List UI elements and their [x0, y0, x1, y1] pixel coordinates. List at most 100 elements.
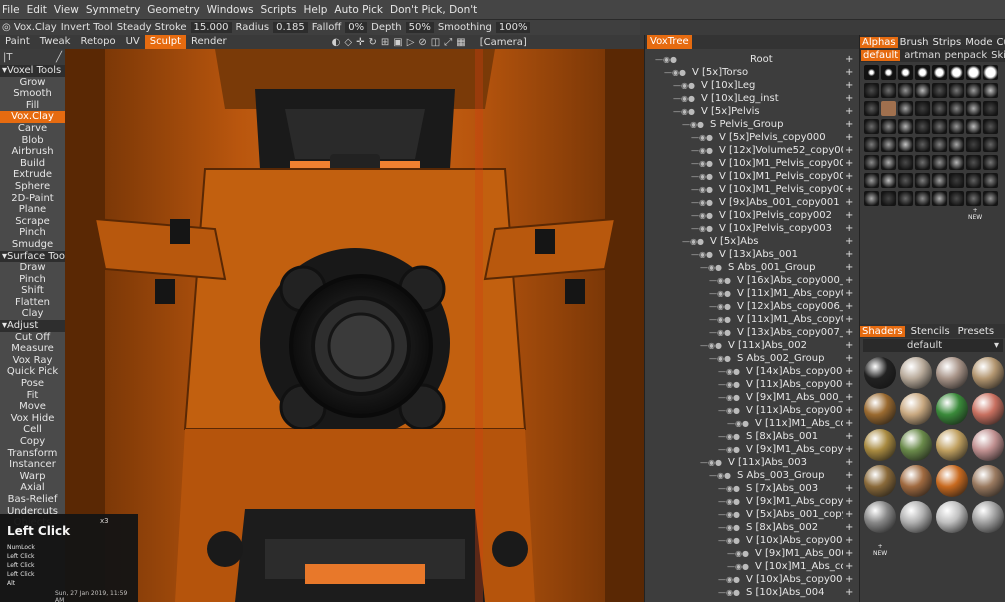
- alpha-thumbnail[interactable]: [881, 101, 896, 116]
- box-icon[interactable]: ◫: [431, 37, 440, 48]
- alpha-thumbnail[interactable]: [949, 191, 964, 206]
- add-layer-icon[interactable]: +: [845, 79, 853, 92]
- voxtree-row[interactable]: —◉● V [13x]Abs_001 +: [645, 248, 860, 261]
- tool-button-copy[interactable]: Copy: [0, 436, 65, 448]
- alpha-thumbnail[interactable]: [966, 191, 981, 206]
- mode-tab-sculpt[interactable]: Sculpt: [144, 35, 187, 49]
- alpha-thumbnail[interactable]: [915, 65, 930, 80]
- visibility-toggle-icon[interactable]: —◉●: [691, 157, 713, 170]
- voxtree-row[interactable]: —◉● V [10x]Abs_copy007 +: [645, 534, 860, 547]
- alpha-thumbnail[interactable]: [898, 65, 913, 80]
- alpha-thumbnail[interactable]: [983, 83, 998, 98]
- visibility-toggle-icon[interactable]: —◉●: [718, 482, 740, 495]
- add-layer-icon[interactable]: +: [845, 456, 853, 469]
- shader-ball[interactable]: [864, 501, 896, 533]
- tool-button-carve[interactable]: Carve: [0, 123, 65, 135]
- add-layer-icon[interactable]: +: [845, 547, 853, 560]
- tool-button-quick-pick[interactable]: Quick Pick: [0, 366, 65, 378]
- add-layer-icon[interactable]: +: [845, 534, 853, 547]
- mode-tab-render[interactable]: Render: [186, 35, 232, 49]
- alpha-thumbnail[interactable]: [898, 155, 913, 170]
- visibility-toggle-icon[interactable]: —◉●: [718, 521, 740, 534]
- visibility-toggle-icon[interactable]: —◉●: [718, 534, 740, 547]
- alpha-thumbnail[interactable]: [864, 137, 879, 152]
- panel-tab-strips[interactable]: Strips: [931, 37, 964, 48]
- tool-button-pinch[interactable]: Pinch: [0, 227, 65, 239]
- visibility-toggle-icon[interactable]: —◉●: [709, 274, 731, 287]
- add-layer-icon[interactable]: +: [845, 573, 853, 586]
- alpha-set-artman[interactable]: artman: [904, 50, 940, 61]
- alpha-thumbnail[interactable]: [949, 101, 964, 116]
- alpha-thumbnail[interactable]: [983, 101, 998, 116]
- alpha-thumbnail[interactable]: [864, 83, 879, 98]
- tool-button-draw[interactable]: Draw: [0, 262, 65, 274]
- alpha-thumbnail[interactable]: [932, 173, 947, 188]
- menu-item-edit[interactable]: Edit: [27, 4, 47, 16]
- voxtree-tab[interactable]: VoxTree: [647, 35, 692, 49]
- alpha-thumbnail[interactable]: [915, 155, 930, 170]
- alpha-thumbnail[interactable]: [881, 83, 896, 98]
- alpha-thumbnail[interactable]: [966, 155, 981, 170]
- visibility-toggle-icon[interactable]: —◉●: [718, 378, 740, 391]
- tool-button-build[interactable]: Build: [0, 158, 65, 170]
- voxtree-row[interactable]: —◉● V [5x]Abs_001_copy00+: [645, 508, 860, 521]
- tool-button-extrude[interactable]: Extrude: [0, 169, 65, 181]
- voxtree-row[interactable]: —◉● V [10x]Leg +: [645, 79, 860, 92]
- visibility-toggle-icon[interactable]: —◉●: [664, 66, 686, 79]
- alpha-thumbnail[interactable]: [881, 155, 896, 170]
- voxtree-row[interactable]: —◉● V [11x]Abs_copy007_inst+: [645, 404, 860, 417]
- add-layer-icon[interactable]: +: [845, 274, 853, 287]
- add-layer-icon[interactable]: +: [845, 131, 853, 144]
- add-layer-icon[interactable]: +: [845, 521, 853, 534]
- alpha-thumbnail[interactable]: [881, 137, 896, 152]
- alpha-thumbnail[interactable]: [881, 119, 896, 134]
- tool-button-fill[interactable]: Fill: [0, 100, 65, 112]
- tool-button-pinch[interactable]: Pinch: [0, 274, 65, 286]
- visibility-toggle-icon[interactable]: —◉●: [727, 417, 749, 430]
- voxtree-row[interactable]: —◉● V [12x]Volume52_copy001 +: [645, 144, 860, 157]
- voxtree-row[interactable]: —◉● V [9x]Abs_001_copy001 +: [645, 196, 860, 209]
- add-layer-icon[interactable]: +: [845, 287, 853, 300]
- voxtree-row[interactable]: —◉● S Pelvis_Group +: [645, 118, 860, 131]
- alpha-thumbnail[interactable]: [915, 137, 930, 152]
- tool-button-clay[interactable]: Clay: [0, 308, 65, 320]
- visibility-toggle-icon[interactable]: —◉●: [700, 261, 722, 274]
- visibility-toggle-icon[interactable]: —◉●: [718, 404, 740, 417]
- visibility-toggle-icon[interactable]: —◉●: [718, 391, 740, 404]
- alpha-thumbnail[interactable]: [915, 83, 930, 98]
- add-layer-icon[interactable]: +: [845, 443, 853, 456]
- shader-ball[interactable]: [936, 429, 968, 461]
- alpha-thumbnail[interactable]: [966, 119, 981, 134]
- visibility-toggle-icon[interactable]: —◉●: [709, 313, 731, 326]
- voxtree-row[interactable]: —◉● V [10x]Leg_inst +: [645, 92, 860, 105]
- alpha-thumbnail[interactable]: [966, 65, 981, 80]
- voxtree-row[interactable]: —◉● V [10x]M1_Abs_copy+: [645, 560, 860, 573]
- alpha-thumbnail[interactable]: [898, 101, 913, 116]
- alpha-thumbnail[interactable]: [932, 65, 947, 80]
- new-shader-button[interactable]: + NEW: [873, 543, 887, 557]
- tool-button-grow[interactable]: Grow: [0, 77, 65, 89]
- shader-ball[interactable]: [864, 465, 896, 497]
- move-icon[interactable]: ✛: [356, 37, 364, 48]
- visibility-toggle-icon[interactable]: —◉●: [709, 352, 731, 365]
- visibility-toggle-icon[interactable]: —◉●: [691, 144, 713, 157]
- tool-button-cell[interactable]: Cell: [0, 424, 65, 436]
- alpha-thumbnail[interactable]: [898, 191, 913, 206]
- visibility-toggle-icon[interactable]: —◉●: [718, 508, 740, 521]
- add-layer-icon[interactable]: +: [845, 378, 853, 391]
- add-layer-icon[interactable]: +: [845, 105, 853, 118]
- text-tool-icon[interactable]: |T: [3, 52, 12, 63]
- add-layer-icon[interactable]: +: [845, 261, 853, 274]
- add-layer-icon[interactable]: +: [845, 391, 853, 404]
- visibility-toggle-icon[interactable]: —◉●: [718, 430, 740, 443]
- brush-icon[interactable]: ╱: [56, 52, 62, 63]
- radius-value[interactable]: 0.185: [273, 22, 308, 33]
- shader-ball[interactable]: [972, 393, 1004, 425]
- shader-ball[interactable]: [864, 357, 896, 389]
- alpha-thumbnail[interactable]: [949, 65, 964, 80]
- voxtree-row[interactable]: —◉● V [9x]M1_Abs_copy00+: [645, 495, 860, 508]
- visibility-toggle-icon[interactable]: —◉●: [718, 495, 740, 508]
- shader-ball[interactable]: [936, 357, 968, 389]
- add-layer-icon[interactable]: +: [845, 339, 853, 352]
- panel-tab-alphas[interactable]: Alphas: [860, 36, 898, 48]
